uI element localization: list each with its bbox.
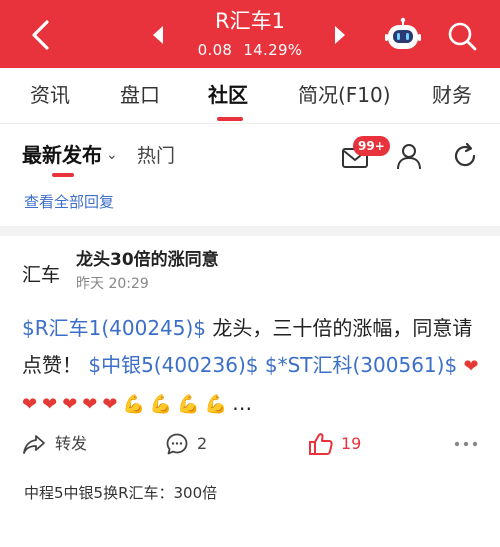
post-card[interactable]: 汇车 龙头30倍的涨同意 昨天 20:29 $R汇车1(400245)$ 龙头，… <box>0 236 500 547</box>
flexed-biceps-emoji: 💪 <box>177 394 200 415</box>
stock-link[interactable]: $*ST汇科(300561)$ <box>265 353 457 377</box>
message-badge: 99+ <box>353 136 390 156</box>
tab-profile-f10[interactable]: 简况(F10) <box>298 82 391 108</box>
post-content[interactable]: $R汇车1(400245)$ 龙头，三十倍的涨幅，同意请点赞！ $中银5(400… <box>22 310 484 423</box>
previous-post-footer: 查看全部回复 <box>0 186 500 226</box>
chevron-down-icon: ⌄ <box>106 147 118 163</box>
tab-community[interactable]: 社区 <box>208 82 248 108</box>
refresh-icon[interactable] <box>451 142 479 170</box>
filter-latest-label: 最新发布 <box>22 143 102 167</box>
back-icon[interactable] <box>26 18 56 52</box>
post-actions: 转发 2 19 <box>0 432 500 458</box>
reply-preview[interactable]: 中程5中银5换R汇车：300倍 <box>24 482 217 504</box>
price-change-percent: 14.29% <box>243 41 303 59</box>
main-tabs: 资讯 盘口 社区 简况(F10) 财务 <box>0 68 500 124</box>
heart-emoji: ❤ <box>42 394 58 415</box>
stock-quote: 0.08 14.29% <box>150 40 350 60</box>
thumbs-up-icon[interactable] <box>308 432 334 456</box>
comment-count[interactable]: 2 <box>197 433 207 455</box>
tab-news[interactable]: 资讯 <box>30 82 70 108</box>
community-filter-bar: 最新发布 ⌄ 热门 99+ <box>0 124 500 186</box>
filter-latest[interactable]: 最新发布 ⌄ <box>22 142 118 168</box>
view-all-replies-link[interactable]: 查看全部回复 <box>24 191 114 213</box>
heart-emoji: ❤ <box>102 394 118 415</box>
active-tab-indicator <box>217 117 243 121</box>
user-icon[interactable] <box>396 142 422 170</box>
post-title[interactable]: 龙头30倍的涨同意 <box>76 248 219 272</box>
stock-link[interactable]: $R汇车1(400245)$ <box>22 316 206 340</box>
filter-active-indicator <box>52 173 74 177</box>
next-stock-icon[interactable] <box>333 24 347 46</box>
heart-emoji: ❤ <box>22 394 38 415</box>
truncation-ellipsis: … <box>232 391 253 415</box>
robot-assistant-icon[interactable] <box>384 17 422 53</box>
stock-title: R汇车1 <box>215 9 285 33</box>
share-icon[interactable] <box>22 432 46 456</box>
like-count[interactable]: 19 <box>341 433 361 455</box>
tab-order-book[interactable]: 盘口 <box>120 82 160 108</box>
price-change: 0.08 <box>197 41 233 59</box>
flexed-biceps-emoji: 💪 <box>122 394 145 415</box>
heart-emoji: ❤ <box>82 394 98 415</box>
tab-finance[interactable]: 财务 <box>432 82 472 108</box>
heart-emoji: ❤ <box>463 356 479 377</box>
flexed-biceps-emoji: 💪 <box>204 394 228 415</box>
more-options-icon[interactable] <box>454 441 478 447</box>
comment-icon[interactable] <box>165 432 189 456</box>
flexed-biceps-emoji: 💪 <box>149 394 173 415</box>
heart-emoji: ❤ <box>62 394 78 415</box>
author-name[interactable]: 汇车 <box>22 262 60 288</box>
search-icon[interactable] <box>446 20 478 52</box>
share-button-label[interactable]: 转发 <box>55 433 87 455</box>
stock-header: R汇车1 0.08 14.29% <box>0 0 500 68</box>
post-time: 昨天 20:29 <box>76 276 149 292</box>
filter-hot[interactable]: 热门 <box>137 143 175 169</box>
stock-link[interactable]: $中银5(400236)$ <box>88 353 258 377</box>
